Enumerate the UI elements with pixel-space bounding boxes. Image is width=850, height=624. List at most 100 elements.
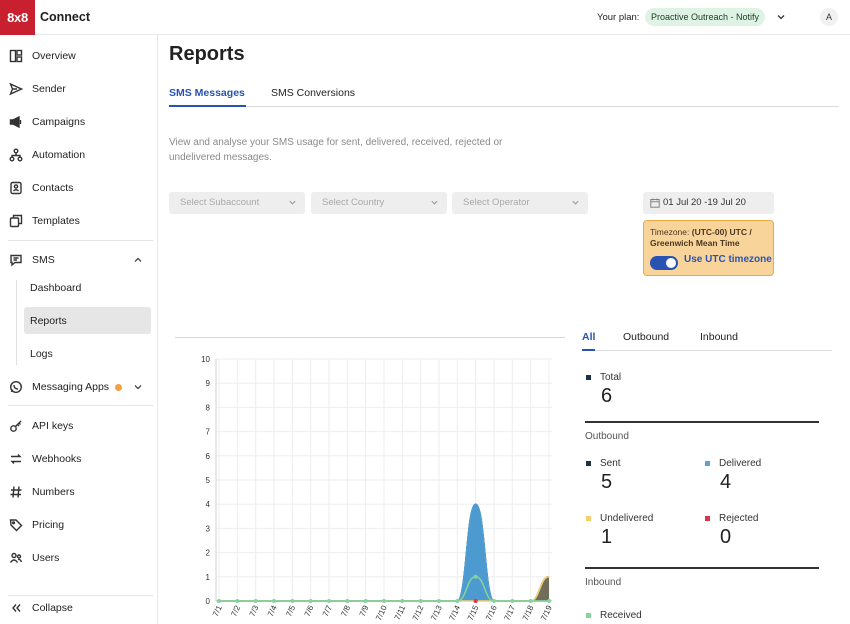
chevron-up-icon[interactable] — [133, 255, 143, 265]
stat-label: Received — [600, 610, 642, 621]
divider — [8, 595, 153, 596]
data-point-received — [400, 599, 405, 603]
chevron-down-icon — [431, 200, 438, 205]
chevron-down-icon[interactable] — [775, 11, 787, 23]
avatar[interactable]: A — [820, 8, 838, 26]
sidebar-item-label: Templates — [32, 215, 80, 227]
y-tick-label: 7 — [206, 428, 211, 437]
active-tab-indicator — [582, 349, 595, 351]
x-tick-label: 7/15 — [466, 604, 481, 622]
chevron-down-icon — [572, 200, 579, 205]
stats-tab-outbound[interactable]: Outbound — [623, 331, 669, 343]
legend-swatch — [705, 461, 710, 466]
sidebar-item-webhooks[interactable]: Webhooks — [8, 448, 153, 470]
data-point-received — [217, 599, 221, 603]
sidebar-item-reports[interactable]: Reports — [24, 307, 151, 334]
legend-swatch — [586, 461, 591, 466]
data-point-received — [327, 599, 331, 603]
chat-icon — [8, 252, 24, 268]
y-tick-label: 1 — [206, 573, 211, 582]
sidebar-item-label: Sender — [32, 83, 66, 95]
sidebar-item-logs[interactable]: Logs — [24, 340, 151, 367]
stat-sent: Sent 5 — [586, 458, 621, 494]
y-tick-label: 4 — [206, 500, 211, 509]
sidebar-item-campaigns[interactable]: Campaigns — [8, 111, 153, 133]
app-name: Connect — [40, 10, 90, 24]
chart-top-divider — [175, 337, 565, 338]
stat-undelivered: Undelivered 1 — [586, 513, 653, 549]
hash-icon — [8, 484, 24, 500]
sidebar-item-pricing[interactable]: Pricing — [8, 514, 153, 536]
utc-toggle[interactable] — [650, 256, 678, 270]
x-tick-label: 7/4 — [266, 604, 279, 618]
sidebar-item-contacts[interactable]: Contacts — [8, 177, 153, 199]
megaphone-icon — [8, 114, 24, 130]
double-chevron-left-icon — [8, 600, 24, 616]
logo[interactable]: 8x8 — [0, 0, 35, 35]
data-point-rejected — [473, 599, 478, 603]
data-point-received — [473, 574, 478, 579]
sidebar-item-api-keys[interactable]: API keys — [8, 415, 153, 437]
tab-sms-messages[interactable]: SMS Messages — [169, 87, 245, 99]
sidebar-item-sender[interactable]: Sender — [8, 78, 153, 100]
stat-value: 5 — [601, 471, 613, 493]
submenu-line — [16, 280, 17, 365]
sidebar-item-label: SMS — [32, 254, 55, 266]
data-point-received — [382, 599, 386, 603]
sidebar-item-label: Contacts — [32, 182, 74, 194]
sidebar-item-label: Automation — [32, 149, 86, 161]
tab-sms-conversions[interactable]: SMS Conversions — [271, 87, 355, 99]
stat-label: Delivered — [719, 458, 762, 469]
divider — [8, 405, 153, 406]
sidebar-item-dashboard[interactable]: Dashboard — [24, 274, 151, 301]
data-point-received — [308, 599, 313, 603]
sidebar-item-sms[interactable]: SMS — [8, 249, 153, 271]
x-tick-label: 7/10 — [374, 604, 389, 622]
stat-label: Undelivered — [600, 513, 654, 524]
sidebar-item-numbers[interactable]: Numbers — [8, 481, 153, 503]
stats-tabs: All Outbound Inbound — [582, 328, 832, 351]
stat-value: 0 — [720, 526, 732, 548]
sms-area-chart: 0123456789107/1 7/2 7/3 7/4 7/5 7/6 7/7 7/8 7/9 7… — [201, 355, 554, 622]
stat-value: 1 — [601, 526, 613, 548]
data-point-received — [235, 599, 240, 603]
sidebar-item-label: Messaging Apps — [32, 381, 110, 393]
divider — [8, 240, 153, 241]
whatsapp-icon — [8, 379, 24, 395]
stats-tab-inbound[interactable]: Inbound — [700, 331, 738, 343]
stat-label: Rejected — [719, 513, 759, 524]
page-description: View and analyse your SMS usage for sent… — [169, 137, 503, 163]
sidebar-item-automation[interactable]: Automation — [8, 144, 153, 166]
x-tick-label: 7/3 — [248, 604, 261, 618]
stats-tab-all[interactable]: All — [582, 331, 595, 343]
data-point-received — [363, 599, 368, 603]
country-select[interactable]: Select Country — [311, 192, 447, 214]
x-tick-label: 7/9 — [358, 604, 371, 618]
sidebar-item-label: Campaigns — [32, 116, 86, 128]
sidebar-item-messaging-apps[interactable]: Messaging Apps — [8, 376, 153, 398]
data-point-received — [345, 599, 350, 603]
x-tick-label: 7/11 — [393, 604, 408, 622]
plan-badge[interactable]: Proactive Outreach - Notify — [645, 8, 766, 26]
sidebar-item-users[interactable]: Users — [8, 547, 153, 569]
stat-rejected: Rejected 0 — [705, 513, 758, 549]
sidebar-item-overview[interactable]: Overview — [8, 45, 153, 67]
subaccount-select[interactable]: Select Subaccount — [169, 192, 305, 214]
users-icon — [8, 550, 24, 566]
stat-label: Sent — [600, 458, 621, 469]
data-point-received — [253, 599, 258, 603]
operator-select[interactable]: Select Operator — [452, 192, 588, 214]
chevron-down-icon[interactable] — [133, 382, 143, 392]
stat-total: Total 6 — [586, 372, 621, 408]
data-point-received — [547, 599, 551, 603]
stat-delivered: Delivered 4 — [705, 458, 761, 494]
date-range-picker[interactable]: 01 Jul 20 -19 Jul 20 — [643, 192, 774, 214]
plan-label: Your plan: — [597, 12, 640, 23]
y-tick-label: 9 — [206, 379, 211, 388]
data-point-received — [418, 599, 423, 603]
x-tick-label: 7/7 — [321, 604, 334, 618]
country-select-placeholder: Select Country — [322, 197, 385, 208]
report-tabs: SMS Messages SMS Conversions — [169, 80, 839, 107]
sidebar-item-templates[interactable]: Templates — [8, 210, 153, 232]
collapse-button[interactable]: Collapse — [8, 597, 153, 619]
